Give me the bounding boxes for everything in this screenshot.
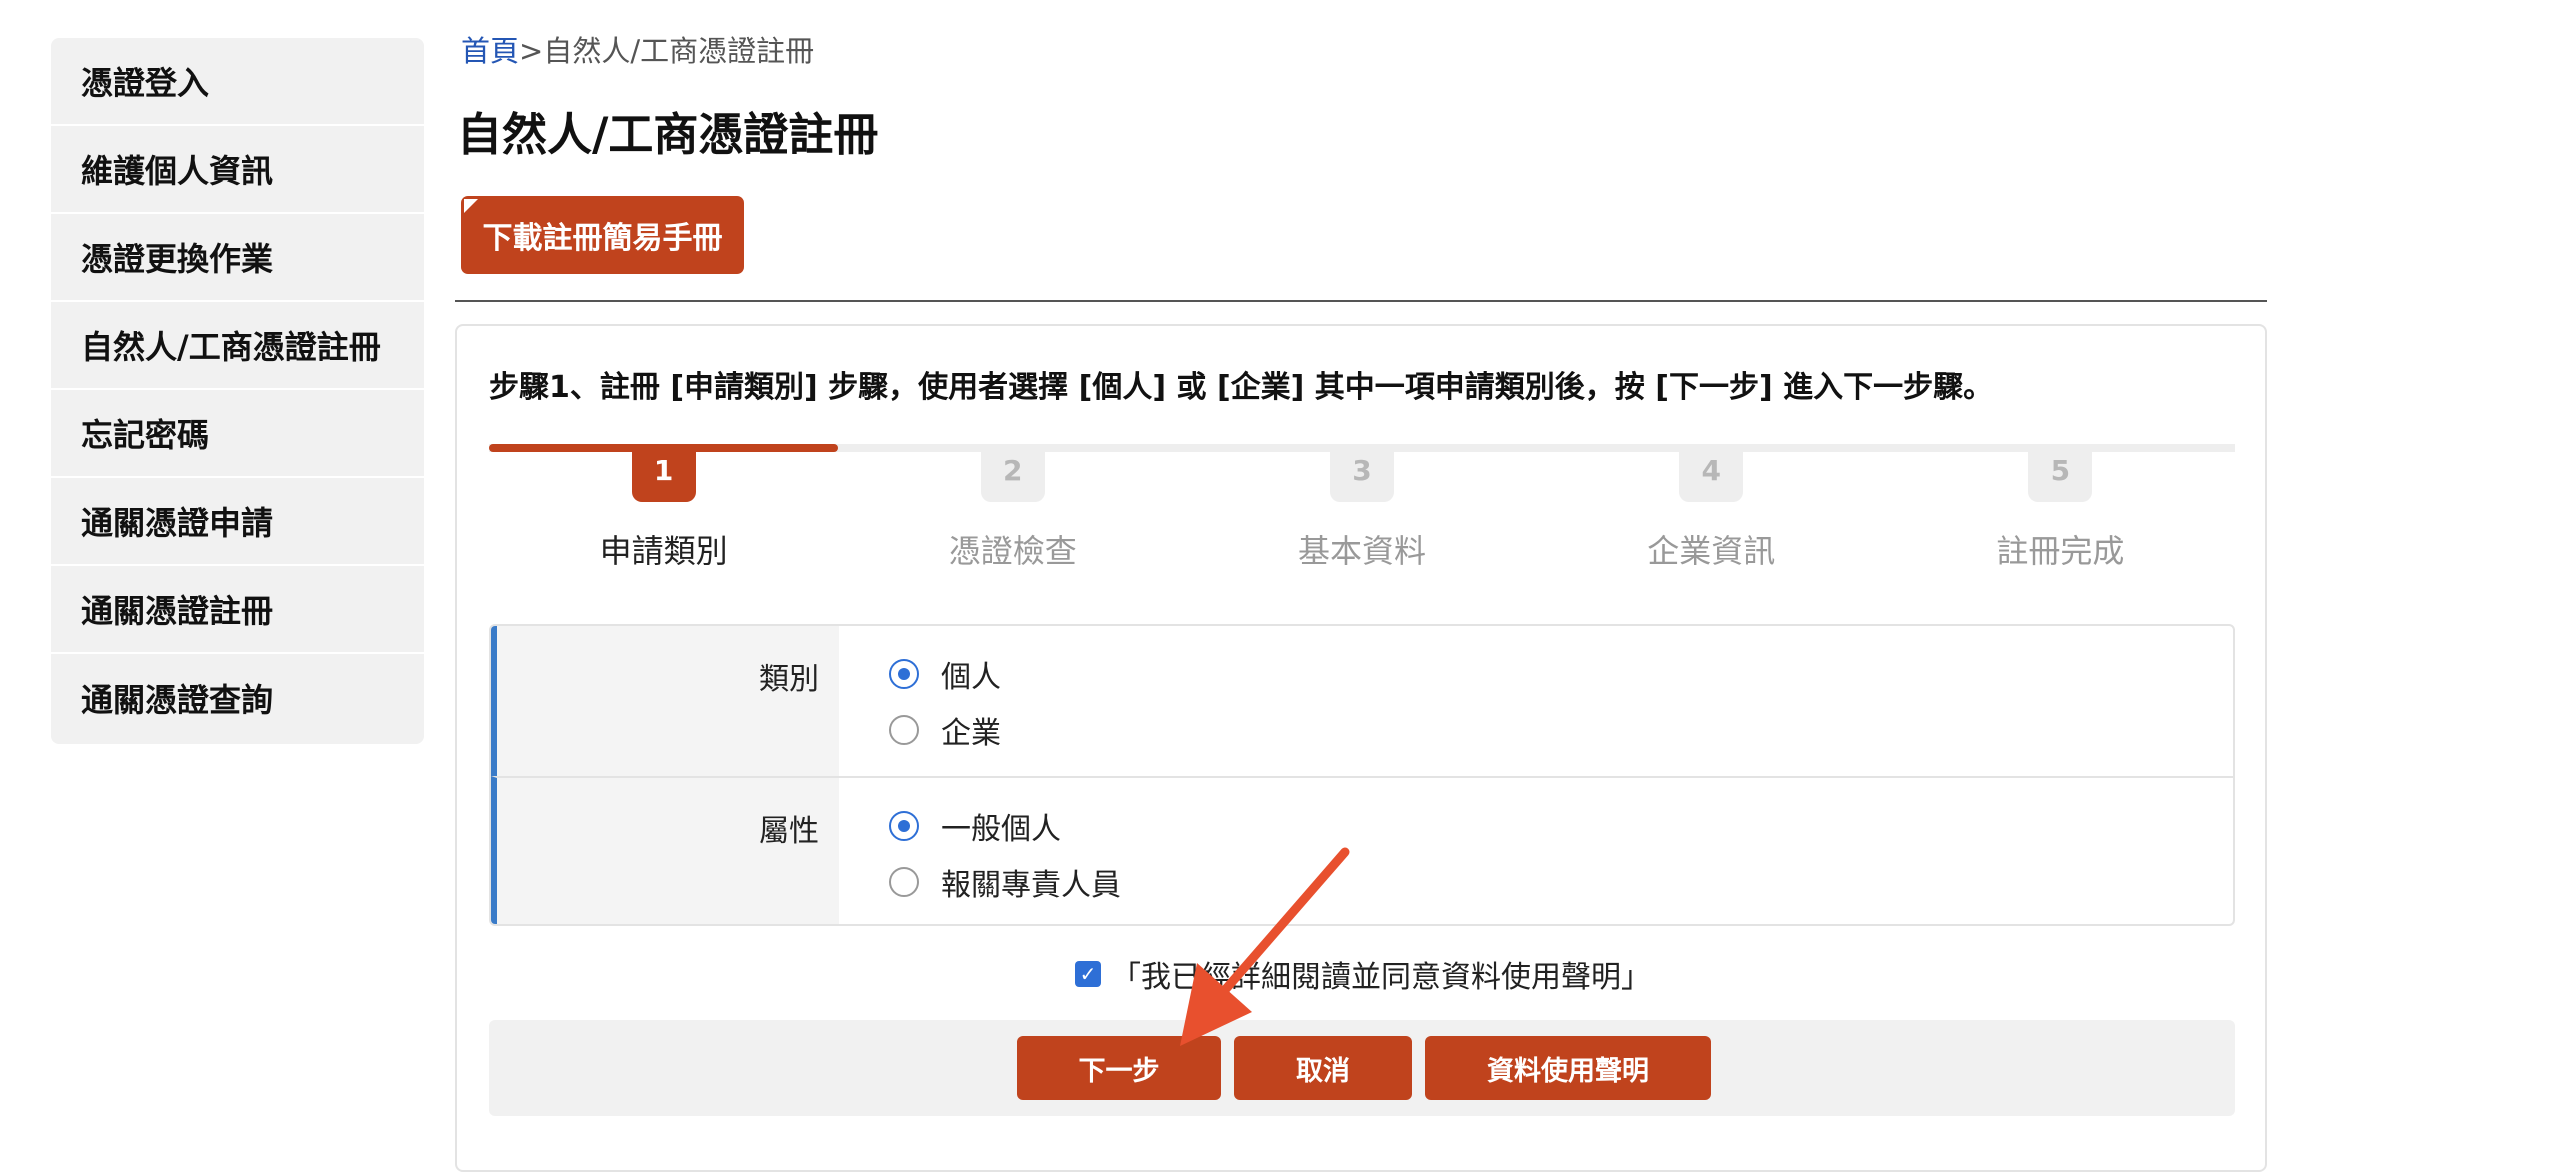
step-number: 4 xyxy=(1679,444,1744,502)
radio-checked-icon[interactable] xyxy=(889,811,919,841)
corner-flag-icon xyxy=(464,199,478,213)
sidebar-item-maintain-profile[interactable]: 維護個人資訊 xyxy=(51,126,424,214)
sidebar-item-forgot-password[interactable]: 忘記密碼 xyxy=(51,390,424,478)
sidebar-item-natural-person-registration[interactable]: 自然人/工商憑證註冊 xyxy=(51,302,424,390)
registration-card: 步驟1、註冊 [申請類別] 步驟，使用者選擇 [個人] 或 [企業] 其中一項申… xyxy=(455,324,2267,1172)
step-indicator: 1 申請類別 2 憑證檢查 3 基本資料 4 企業資訊 5 註冊完成 xyxy=(489,444,2235,584)
download-manual-button[interactable]: 下載註冊簡易手冊 xyxy=(461,196,744,274)
step-2: 2 憑證檢查 xyxy=(838,444,1187,584)
step-number: 1 xyxy=(631,444,696,502)
step-5: 5 註冊完成 xyxy=(1886,444,2235,584)
section-divider xyxy=(455,300,2267,302)
sidebar-item-customs-certificate-apply[interactable]: 通關憑證申請 xyxy=(51,478,424,566)
agreement-checkbox-row[interactable]: ✓ 「我已經詳細閱讀並同意資料使用聲明」 xyxy=(1075,952,1651,996)
application-form: 類別 個人 企業 屬性 一般個人 報關專責人員 xyxy=(489,624,2235,926)
button-bar: 下一步 取消 資料使用聲明 xyxy=(489,1020,2235,1116)
attribute-label: 屬性 xyxy=(497,778,839,924)
sidebar-item-certificate-login[interactable]: 憑證登入 xyxy=(51,38,424,126)
step-label: 企業資訊 xyxy=(1647,532,1776,570)
step-number: 3 xyxy=(1330,444,1394,502)
step-label: 申請類別 xyxy=(599,532,728,570)
step-4: 4 企業資訊 xyxy=(1537,444,1886,584)
sidebar-item-certificate-renewal[interactable]: 憑證更換作業 xyxy=(51,214,424,302)
main-content: 首頁>自然人/工商憑證註冊 自然人/工商憑證註冊 下載註冊簡易手冊 步驟1、註冊… xyxy=(455,0,2267,1176)
breadcrumb: 首頁>自然人/工商憑證註冊 xyxy=(461,28,814,70)
step-label: 基本資料 xyxy=(1298,532,1427,570)
form-row-attribute: 屬性 一般個人 報關專責人員 xyxy=(491,776,2233,924)
category-option-enterprise[interactable]: 企業 xyxy=(889,702,2233,758)
data-policy-button[interactable]: 資料使用聲明 xyxy=(1425,1036,1711,1100)
breadcrumb-home-link[interactable]: 首頁 xyxy=(461,34,519,68)
category-label: 類別 xyxy=(497,626,839,776)
sidebar-item-customs-certificate-register[interactable]: 通關憑證註冊 xyxy=(51,566,424,654)
breadcrumb-separator: > xyxy=(519,34,544,68)
step-number: 5 xyxy=(2028,444,2093,502)
attribute-option-customs-broker[interactable]: 報關專責人員 xyxy=(889,854,2233,910)
form-row-category: 類別 個人 企業 xyxy=(491,626,2233,776)
agreement-text: 「我已經詳細閱讀並同意資料使用聲明」 xyxy=(1111,960,1651,995)
breadcrumb-current: 自然人/工商憑證註冊 xyxy=(543,34,815,68)
sidebar-item-customs-certificate-query[interactable]: 通關憑證查詢 xyxy=(51,654,424,742)
radio-checked-icon[interactable] xyxy=(889,659,919,689)
option-label: 報關專責人員 xyxy=(941,868,1121,903)
cancel-button[interactable]: 取消 xyxy=(1234,1036,1412,1100)
step-label: 註冊完成 xyxy=(1996,532,2125,570)
step-description: 步驟1、註冊 [申請類別] 步驟，使用者選擇 [個人] 或 [企業] 其中一項申… xyxy=(489,370,1994,405)
step-1: 1 申請類別 xyxy=(489,444,838,584)
radio-unchecked-icon[interactable] xyxy=(889,715,919,745)
category-option-personal[interactable]: 個人 xyxy=(889,646,2233,702)
next-button[interactable]: 下一步 xyxy=(1017,1036,1221,1100)
step-label: 憑證檢查 xyxy=(948,532,1077,570)
category-options: 個人 企業 xyxy=(839,626,2233,776)
page-title: 自然人/工商憑證註冊 xyxy=(457,108,879,161)
option-label: 個人 xyxy=(941,660,1001,695)
attribute-option-general[interactable]: 一般個人 xyxy=(889,798,2233,854)
attribute-options: 一般個人 報關專責人員 xyxy=(839,778,2233,924)
option-label: 一般個人 xyxy=(941,812,1061,847)
download-manual-label: 下載註冊簡易手冊 xyxy=(482,221,723,256)
option-label: 企業 xyxy=(941,716,1001,751)
checkbox-checked-icon[interactable]: ✓ xyxy=(1075,961,1101,987)
radio-unchecked-icon[interactable] xyxy=(889,867,919,897)
sidebar: 憑證登入 維護個人資訊 憑證更換作業 自然人/工商憑證註冊 忘記密碼 通關憑證申… xyxy=(51,38,424,744)
step-number: 2 xyxy=(980,444,1045,502)
step-3: 3 基本資料 xyxy=(1187,444,1536,584)
